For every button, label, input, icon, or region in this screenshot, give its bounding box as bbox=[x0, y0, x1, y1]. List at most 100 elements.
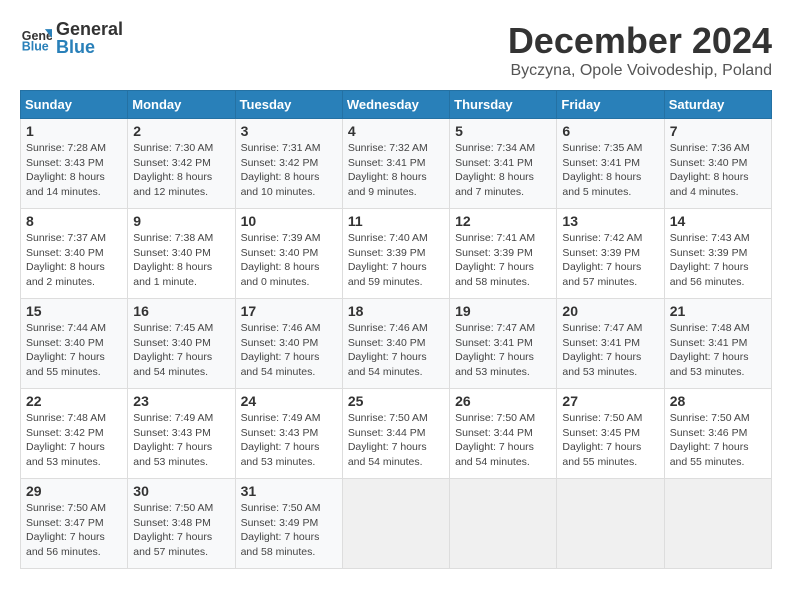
calendar-cell: 23 Sunrise: 7:49 AM Sunset: 3:43 PM Dayl… bbox=[128, 389, 235, 479]
day-number: 9 bbox=[133, 213, 229, 229]
week-row-2: 8 Sunrise: 7:37 AM Sunset: 3:40 PM Dayli… bbox=[21, 209, 772, 299]
day-info: Sunrise: 7:40 AM Sunset: 3:39 PM Dayligh… bbox=[348, 231, 444, 290]
day-info: Sunrise: 7:50 AM Sunset: 3:44 PM Dayligh… bbox=[348, 411, 444, 470]
month-title: December 2024 bbox=[508, 20, 772, 62]
day-info: Sunrise: 7:49 AM Sunset: 3:43 PM Dayligh… bbox=[241, 411, 337, 470]
svg-text:Blue: Blue bbox=[22, 39, 49, 53]
day-info: Sunrise: 7:28 AM Sunset: 3:43 PM Dayligh… bbox=[26, 141, 122, 200]
calendar-table: SundayMondayTuesdayWednesdayThursdayFrid… bbox=[20, 90, 772, 569]
calendar-cell: 12 Sunrise: 7:41 AM Sunset: 3:39 PM Dayl… bbox=[450, 209, 557, 299]
calendar-cell: 5 Sunrise: 7:34 AM Sunset: 3:41 PM Dayli… bbox=[450, 119, 557, 209]
day-number: 22 bbox=[26, 393, 122, 409]
day-number: 29 bbox=[26, 483, 122, 499]
calendar-cell: 10 Sunrise: 7:39 AM Sunset: 3:40 PM Dayl… bbox=[235, 209, 342, 299]
day-number: 19 bbox=[455, 303, 551, 319]
day-number: 27 bbox=[562, 393, 658, 409]
day-number: 12 bbox=[455, 213, 551, 229]
header-day-wednesday: Wednesday bbox=[342, 91, 449, 119]
calendar-cell: 8 Sunrise: 7:37 AM Sunset: 3:40 PM Dayli… bbox=[21, 209, 128, 299]
day-number: 14 bbox=[670, 213, 766, 229]
header-day-tuesday: Tuesday bbox=[235, 91, 342, 119]
calendar-cell: 29 Sunrise: 7:50 AM Sunset: 3:47 PM Dayl… bbox=[21, 479, 128, 569]
calendar-cell: 22 Sunrise: 7:48 AM Sunset: 3:42 PM Dayl… bbox=[21, 389, 128, 479]
day-info: Sunrise: 7:30 AM Sunset: 3:42 PM Dayligh… bbox=[133, 141, 229, 200]
day-info: Sunrise: 7:31 AM Sunset: 3:42 PM Dayligh… bbox=[241, 141, 337, 200]
calendar-cell: 26 Sunrise: 7:50 AM Sunset: 3:44 PM Dayl… bbox=[450, 389, 557, 479]
calendar-cell: 3 Sunrise: 7:31 AM Sunset: 3:42 PM Dayli… bbox=[235, 119, 342, 209]
day-number: 13 bbox=[562, 213, 658, 229]
calendar-cell: 2 Sunrise: 7:30 AM Sunset: 3:42 PM Dayli… bbox=[128, 119, 235, 209]
calendar-cell bbox=[342, 479, 449, 569]
day-number: 6 bbox=[562, 123, 658, 139]
logo-icon: General Blue bbox=[20, 22, 52, 54]
calendar-cell: 21 Sunrise: 7:48 AM Sunset: 3:41 PM Dayl… bbox=[664, 299, 771, 389]
calendar-cell: 14 Sunrise: 7:43 AM Sunset: 3:39 PM Dayl… bbox=[664, 209, 771, 299]
day-number: 8 bbox=[26, 213, 122, 229]
calendar-cell: 1 Sunrise: 7:28 AM Sunset: 3:43 PM Dayli… bbox=[21, 119, 128, 209]
calendar-cell: 28 Sunrise: 7:50 AM Sunset: 3:46 PM Dayl… bbox=[664, 389, 771, 479]
day-info: Sunrise: 7:50 AM Sunset: 3:45 PM Dayligh… bbox=[562, 411, 658, 470]
week-row-1: 1 Sunrise: 7:28 AM Sunset: 3:43 PM Dayli… bbox=[21, 119, 772, 209]
header-day-saturday: Saturday bbox=[664, 91, 771, 119]
day-info: Sunrise: 7:50 AM Sunset: 3:48 PM Dayligh… bbox=[133, 501, 229, 560]
day-number: 24 bbox=[241, 393, 337, 409]
day-info: Sunrise: 7:45 AM Sunset: 3:40 PM Dayligh… bbox=[133, 321, 229, 380]
day-number: 28 bbox=[670, 393, 766, 409]
day-info: Sunrise: 7:48 AM Sunset: 3:42 PM Dayligh… bbox=[26, 411, 122, 470]
calendar-cell: 11 Sunrise: 7:40 AM Sunset: 3:39 PM Dayl… bbox=[342, 209, 449, 299]
day-number: 4 bbox=[348, 123, 444, 139]
day-number: 11 bbox=[348, 213, 444, 229]
day-info: Sunrise: 7:35 AM Sunset: 3:41 PM Dayligh… bbox=[562, 141, 658, 200]
logo: General Blue General Blue bbox=[20, 20, 123, 56]
location: Byczyna, Opole Voivodeship, Poland bbox=[508, 62, 772, 80]
calendar-cell: 17 Sunrise: 7:46 AM Sunset: 3:40 PM Dayl… bbox=[235, 299, 342, 389]
calendar-body: 1 Sunrise: 7:28 AM Sunset: 3:43 PM Dayli… bbox=[21, 119, 772, 569]
calendar-cell: 7 Sunrise: 7:36 AM Sunset: 3:40 PM Dayli… bbox=[664, 119, 771, 209]
week-row-4: 22 Sunrise: 7:48 AM Sunset: 3:42 PM Dayl… bbox=[21, 389, 772, 479]
day-number: 26 bbox=[455, 393, 551, 409]
day-info: Sunrise: 7:50 AM Sunset: 3:46 PM Dayligh… bbox=[670, 411, 766, 470]
day-number: 18 bbox=[348, 303, 444, 319]
day-number: 1 bbox=[26, 123, 122, 139]
calendar-cell: 4 Sunrise: 7:32 AM Sunset: 3:41 PM Dayli… bbox=[342, 119, 449, 209]
day-info: Sunrise: 7:46 AM Sunset: 3:40 PM Dayligh… bbox=[241, 321, 337, 380]
day-info: Sunrise: 7:36 AM Sunset: 3:40 PM Dayligh… bbox=[670, 141, 766, 200]
day-info: Sunrise: 7:50 AM Sunset: 3:49 PM Dayligh… bbox=[241, 501, 337, 560]
calendar-cell bbox=[664, 479, 771, 569]
day-number: 17 bbox=[241, 303, 337, 319]
day-info: Sunrise: 7:41 AM Sunset: 3:39 PM Dayligh… bbox=[455, 231, 551, 290]
day-info: Sunrise: 7:50 AM Sunset: 3:44 PM Dayligh… bbox=[455, 411, 551, 470]
header-day-thursday: Thursday bbox=[450, 91, 557, 119]
day-number: 7 bbox=[670, 123, 766, 139]
day-info: Sunrise: 7:50 AM Sunset: 3:47 PM Dayligh… bbox=[26, 501, 122, 560]
header-day-monday: Monday bbox=[128, 91, 235, 119]
day-info: Sunrise: 7:47 AM Sunset: 3:41 PM Dayligh… bbox=[455, 321, 551, 380]
day-info: Sunrise: 7:47 AM Sunset: 3:41 PM Dayligh… bbox=[562, 321, 658, 380]
day-number: 31 bbox=[241, 483, 337, 499]
header-day-sunday: Sunday bbox=[21, 91, 128, 119]
day-number: 16 bbox=[133, 303, 229, 319]
calendar-cell: 24 Sunrise: 7:49 AM Sunset: 3:43 PM Dayl… bbox=[235, 389, 342, 479]
calendar-cell: 19 Sunrise: 7:47 AM Sunset: 3:41 PM Dayl… bbox=[450, 299, 557, 389]
day-info: Sunrise: 7:48 AM Sunset: 3:41 PM Dayligh… bbox=[670, 321, 766, 380]
header-row: SundayMondayTuesdayWednesdayThursdayFrid… bbox=[21, 91, 772, 119]
page-header: General Blue General Blue December 2024 … bbox=[20, 20, 772, 80]
day-number: 25 bbox=[348, 393, 444, 409]
day-number: 20 bbox=[562, 303, 658, 319]
day-info: Sunrise: 7:39 AM Sunset: 3:40 PM Dayligh… bbox=[241, 231, 337, 290]
day-number: 5 bbox=[455, 123, 551, 139]
day-info: Sunrise: 7:34 AM Sunset: 3:41 PM Dayligh… bbox=[455, 141, 551, 200]
day-number: 2 bbox=[133, 123, 229, 139]
day-number: 21 bbox=[670, 303, 766, 319]
day-number: 30 bbox=[133, 483, 229, 499]
day-info: Sunrise: 7:32 AM Sunset: 3:41 PM Dayligh… bbox=[348, 141, 444, 200]
day-info: Sunrise: 7:37 AM Sunset: 3:40 PM Dayligh… bbox=[26, 231, 122, 290]
calendar-cell: 25 Sunrise: 7:50 AM Sunset: 3:44 PM Dayl… bbox=[342, 389, 449, 479]
day-number: 10 bbox=[241, 213, 337, 229]
day-info: Sunrise: 7:38 AM Sunset: 3:40 PM Dayligh… bbox=[133, 231, 229, 290]
day-number: 3 bbox=[241, 123, 337, 139]
calendar-cell: 15 Sunrise: 7:44 AM Sunset: 3:40 PM Dayl… bbox=[21, 299, 128, 389]
week-row-5: 29 Sunrise: 7:50 AM Sunset: 3:47 PM Dayl… bbox=[21, 479, 772, 569]
calendar-cell: 27 Sunrise: 7:50 AM Sunset: 3:45 PM Dayl… bbox=[557, 389, 664, 479]
day-info: Sunrise: 7:43 AM Sunset: 3:39 PM Dayligh… bbox=[670, 231, 766, 290]
